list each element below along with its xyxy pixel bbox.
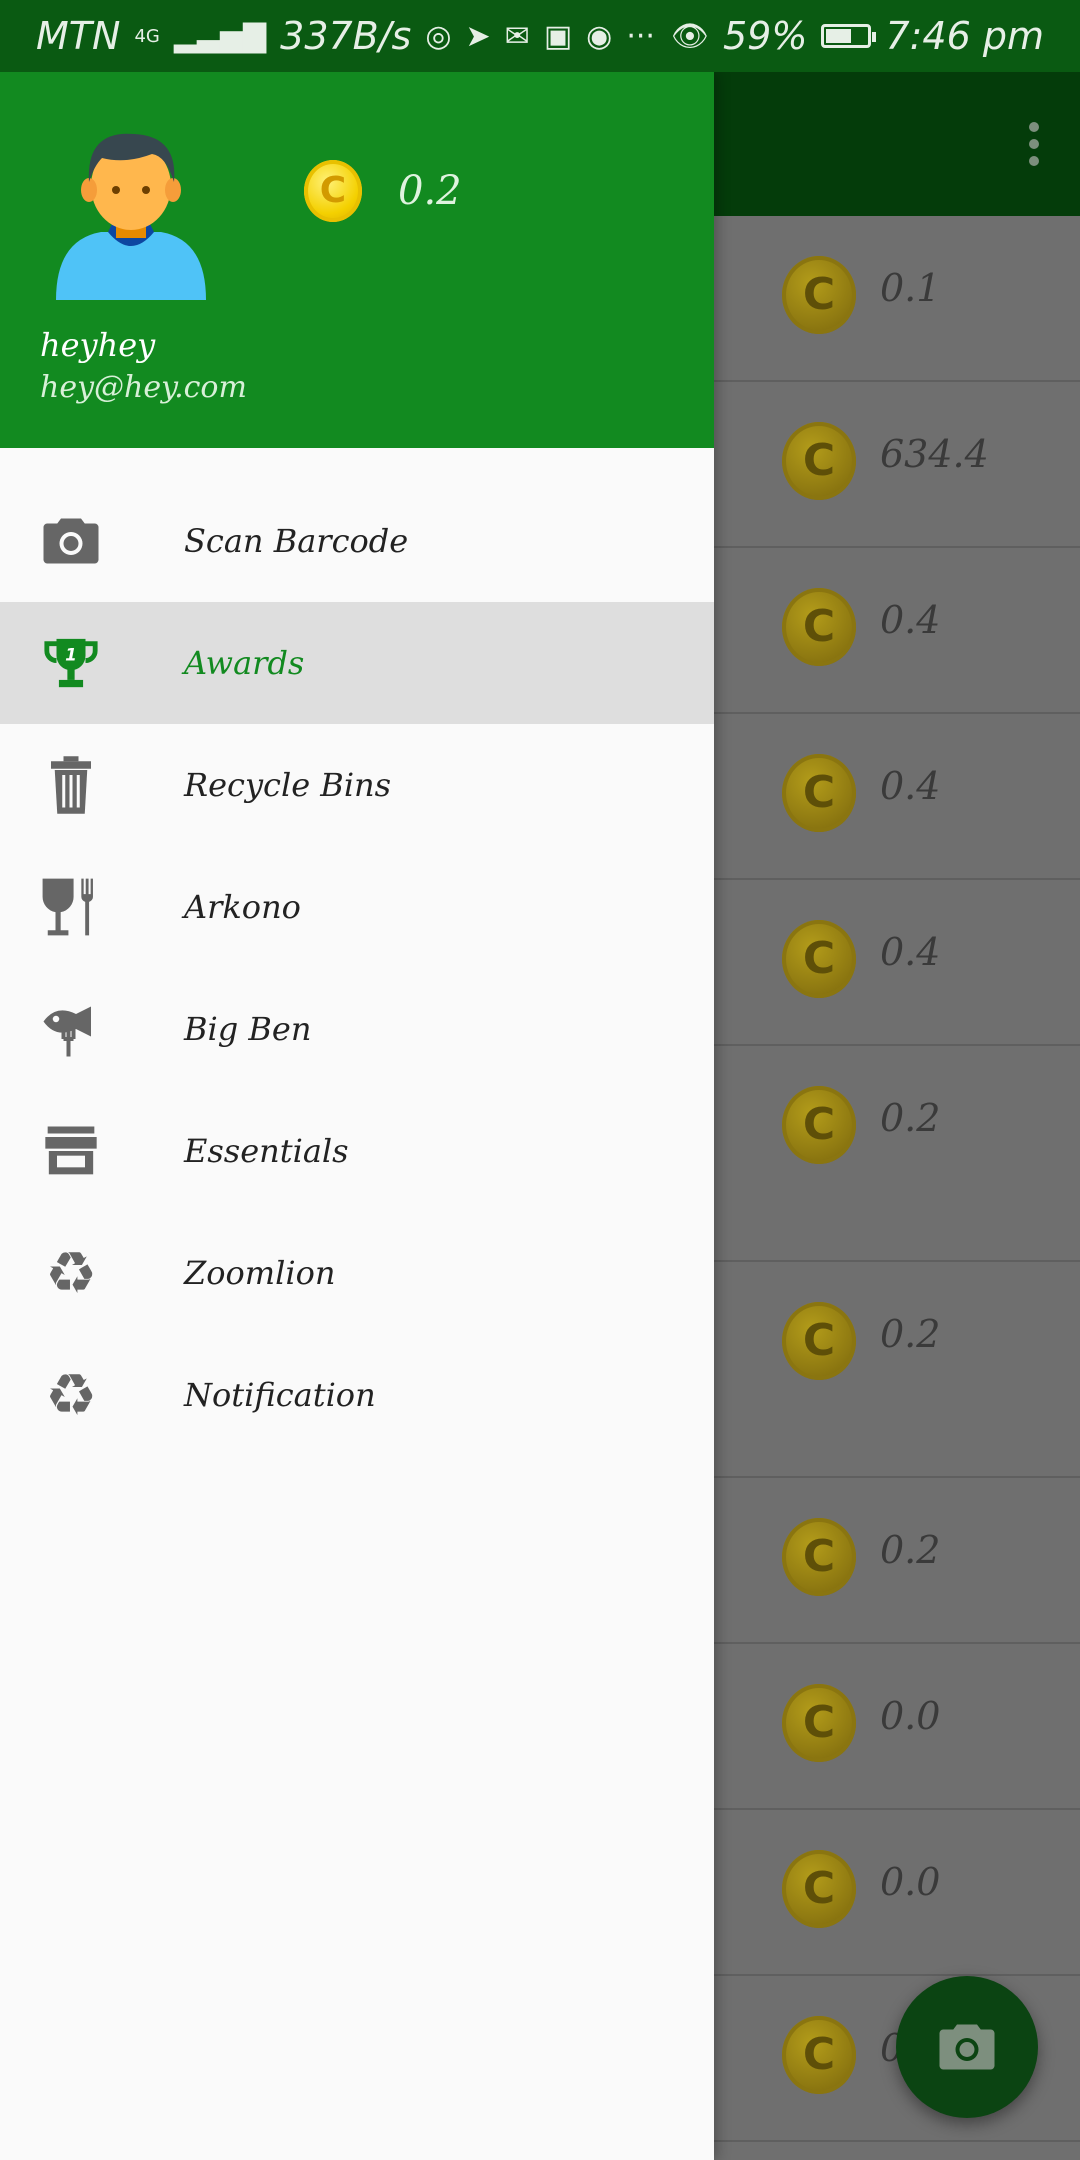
status-left: MTN 4G ▂▃▅▇ 337B/s ◎ ➤ ✉ ▣ ◉ ··· bbox=[36, 14, 655, 58]
network-type-label: 4G bbox=[134, 25, 160, 47]
store-icon bbox=[40, 1120, 102, 1182]
coin-icon: C bbox=[782, 588, 856, 666]
drawer-item-arkono[interactable]: Arkono bbox=[0, 846, 714, 968]
recycle-icon: ♻ bbox=[45, 1361, 97, 1429]
coin-balance: 0.2 bbox=[398, 168, 462, 214]
drawer-item-notification[interactable]: ♻ Notification bbox=[0, 1334, 714, 1456]
coin-icon: C bbox=[782, 1518, 856, 1596]
network-speed: 337B/s bbox=[280, 14, 412, 58]
drawer-item-awards[interactable]: 1 Awards bbox=[0, 602, 714, 724]
recycle-icon: ♻ bbox=[45, 1239, 97, 1307]
list-item-value: 0.2 bbox=[880, 1096, 941, 1140]
drawer-item-scan-barcode[interactable]: Scan Barcode bbox=[0, 480, 714, 602]
linkedin-icon: ▣ bbox=[543, 18, 573, 54]
navigation-drawer: C 0.2 heyhey hey@hey.com Scan Barcode 1 … bbox=[0, 72, 714, 2160]
battery-percent: 59% bbox=[722, 14, 808, 58]
drawer-item-big-ben[interactable]: Big Ben bbox=[0, 968, 714, 1090]
drawer-item-label: Scan Barcode bbox=[184, 522, 409, 560]
list-item-value: 0.0 bbox=[880, 1860, 941, 1904]
outlook-icon: ✉ bbox=[504, 18, 530, 54]
drawer-item-label: Awards bbox=[184, 644, 305, 682]
coin-icon: C bbox=[782, 1850, 856, 1928]
trash-can-icon bbox=[40, 754, 102, 816]
fish-icon bbox=[40, 998, 102, 1060]
coin-icon: C bbox=[782, 920, 856, 998]
drawer-item-label: Recycle Bins bbox=[184, 766, 392, 804]
coin-icon: C bbox=[782, 1684, 856, 1762]
drawer-item-zoomlion[interactable]: ♻ Zoomlion bbox=[0, 1212, 714, 1334]
carrier-label: MTN bbox=[36, 14, 121, 58]
coin-icon: C bbox=[782, 754, 856, 832]
list-item-value: 0.1 bbox=[880, 266, 941, 310]
camera-icon bbox=[939, 2024, 995, 2070]
instagram-icon: ◉ bbox=[586, 18, 613, 54]
camera-icon bbox=[40, 510, 102, 572]
list-item-value: 0.2 bbox=[880, 1528, 941, 1572]
svg-text:1: 1 bbox=[65, 645, 77, 665]
user-email: hey@hey.com bbox=[40, 370, 247, 405]
drawer-item-essentials[interactable]: Essentials bbox=[0, 1090, 714, 1212]
drawer-item-label: Essentials bbox=[184, 1132, 349, 1170]
glass-fork-icon bbox=[40, 876, 102, 938]
drawer-item-label: Big Ben bbox=[184, 1010, 312, 1048]
trophy-icon: 1 bbox=[40, 632, 102, 694]
list-item-value: 0.2 bbox=[880, 1312, 941, 1356]
user-name: heyhey bbox=[40, 326, 156, 364]
list-item-value: 0.0 bbox=[880, 1694, 941, 1738]
signal-icon: ▂▃▅▇ bbox=[173, 18, 267, 54]
more-notifications-icon: ··· bbox=[626, 18, 655, 54]
coin-icon: C bbox=[782, 422, 856, 500]
status-bar: MTN 4G ▂▃▅▇ 337B/s ◎ ➤ ✉ ▣ ◉ ··· 👁 59% 7… bbox=[0, 0, 1080, 72]
clock: 7:46 pm bbox=[885, 14, 1044, 58]
drawer-item-label: Arkono bbox=[184, 888, 301, 926]
coin-icon: C bbox=[782, 256, 856, 334]
drawer-menu: Scan Barcode 1 Awards Recycle Bins Arkon… bbox=[0, 480, 714, 1456]
avatar[interactable] bbox=[56, 120, 206, 300]
overflow-menu-icon[interactable] bbox=[1028, 122, 1040, 166]
drawer-item-label: Zoomlion bbox=[184, 1254, 336, 1292]
coin-icon: C bbox=[782, 1086, 856, 1164]
coin-icon: C bbox=[782, 1302, 856, 1380]
coin-icon: C bbox=[782, 2016, 856, 2094]
drawer-item-label: Notification bbox=[184, 1376, 376, 1414]
battery-icon bbox=[821, 24, 877, 48]
list-item-value: 0.4 bbox=[880, 598, 941, 642]
drawer-header: C 0.2 heyhey hey@hey.com bbox=[0, 72, 714, 448]
status-right: 👁 59% 7:46 pm bbox=[671, 14, 1044, 58]
telegram-icon: ➤ bbox=[465, 18, 491, 54]
list-item-value: 634.4 bbox=[880, 432, 989, 476]
scan-fab-button[interactable] bbox=[896, 1976, 1038, 2118]
list-item-value: 0.4 bbox=[880, 930, 941, 974]
whatsapp-icon: ◎ bbox=[425, 18, 452, 54]
drawer-item-recycle-bins[interactable]: Recycle Bins bbox=[0, 724, 714, 846]
coin-icon: C bbox=[304, 160, 362, 222]
list-item-value: 0.4 bbox=[880, 764, 941, 808]
eye-comfort-icon: 👁 bbox=[670, 18, 709, 54]
